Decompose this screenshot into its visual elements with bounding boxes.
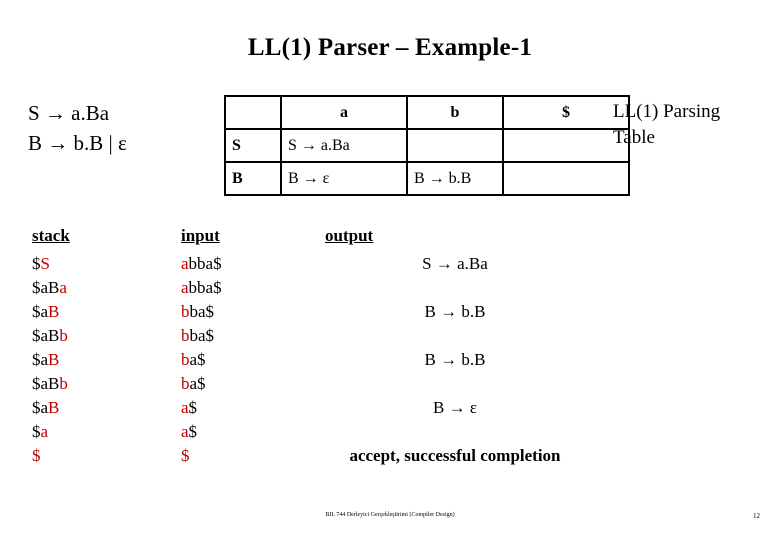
stack-top-symbol: B — [48, 302, 60, 321]
stack-top-symbol: b — [59, 374, 68, 393]
parsing-table-caption: LL(1) Parsing Table — [613, 101, 721, 148]
trace-row-list: $S abba$ S → a.Ba $aBa abba$ $aB bba$ B → b.B $a… — [0, 252, 780, 468]
table-rowhead-s: S — [224, 128, 282, 163]
trace-input-cell: a$ — [181, 396, 197, 420]
trace-row: $aB a$ B → ε — [0, 396, 780, 420]
input-lookahead-symbol: a — [181, 278, 189, 297]
stack-text: $ — [32, 422, 41, 441]
input-text: a$ — [189, 374, 206, 393]
input-text: ba$ — [189, 326, 215, 345]
input-text: a$ — [189, 350, 206, 369]
input-lookahead-symbol: a — [181, 254, 189, 273]
grammar-rule-2: B → b.B | ε — [28, 131, 127, 155]
trace-stack-cell: $aBa — [32, 276, 67, 300]
trace-row: $aB bba$ B → b.B — [0, 300, 780, 324]
trace-row: $aB ba$ B → b.B — [0, 348, 780, 372]
stack-text: $aB — [32, 374, 60, 393]
trace-input-cell: bba$ — [181, 300, 214, 324]
trace-input-cell: abba$ — [181, 252, 222, 276]
trace-row: $aBa abba$ — [0, 276, 780, 300]
table-header-row: a b $ — [224, 95, 630, 130]
grammar-rules: S → a.Ba B → b.B | ε — [28, 98, 127, 158]
trace-output-cell: B → b.B — [424, 350, 486, 369]
trace-header-stack: stack — [32, 226, 70, 245]
stack-top-symbol: S — [40, 254, 50, 273]
trace-row: $aBb ba$ — [0, 372, 780, 396]
trace-stack-cell: $aB — [32, 348, 59, 372]
table-cell-b-b: B → b.B — [406, 161, 504, 196]
table-cell-s-b — [406, 128, 504, 163]
stack-top-symbol: $ — [32, 446, 41, 465]
input-lookahead-symbol: b — [181, 350, 190, 369]
table-corner-cell — [224, 95, 282, 130]
trace-accept-message: accept, successful completion — [349, 446, 561, 465]
trace-input-cell: ba$ — [181, 372, 206, 396]
trace-stack-cell: $aB — [32, 300, 59, 324]
input-text: bba$ — [188, 254, 222, 273]
trace-input-cell: $ — [181, 444, 190, 468]
page-title: LL(1) Parser – Example-1 — [247, 34, 533, 61]
trace-row: $ $ accept, successful completion — [0, 444, 780, 468]
trace-row: $aBb bba$ — [0, 324, 780, 348]
stack-text: $a — [32, 350, 49, 369]
table-header-a: a — [280, 95, 408, 130]
input-text: ba$ — [189, 302, 215, 321]
table-rowhead-b: B — [224, 161, 282, 196]
stack-text: $a — [32, 398, 49, 417]
stack-text: $aB — [32, 278, 60, 297]
trace-input-cell: bba$ — [181, 324, 214, 348]
parse-trace: stack input output $S abba$ S → a.Ba $aBa ab… — [0, 226, 780, 468]
table-cell-b-a: B → ε — [280, 161, 408, 196]
trace-header-input: input — [181, 226, 220, 245]
slide-page-number: 12 — [753, 512, 760, 520]
trace-header-output: output — [325, 226, 374, 245]
trace-row: $a a$ — [0, 420, 780, 444]
trace-stack-cell: $aB — [32, 396, 59, 420]
input-lookahead-symbol: a — [181, 398, 189, 417]
trace-stack-cell: $S — [32, 252, 50, 276]
table-row: S S → a.Ba — [224, 128, 630, 163]
stack-text: $ — [32, 254, 41, 273]
slide-canvas: LL(1) Parser – Example-1 S → a.Ba B → b.… — [0, 0, 780, 540]
trace-output-cell: B → b.B — [424, 302, 486, 321]
input-lookahead-symbol: a — [181, 422, 189, 441]
trace-input-cell: abba$ — [181, 276, 222, 300]
table-cell-s-a: S → a.Ba — [280, 128, 408, 163]
trace-stack-cell: $aBb — [32, 372, 68, 396]
input-text: bba$ — [188, 278, 222, 297]
input-lookahead-symbol: b — [181, 302, 190, 321]
slide-footer: BIL 744 Derleyici Gerçekleştirimi (Compi… — [325, 512, 455, 518]
table-cell-b-dollar — [502, 161, 630, 196]
trace-output-cell: B → ε — [433, 398, 477, 417]
trace-input-cell: a$ — [181, 420, 197, 444]
stack-top-symbol: a — [40, 422, 49, 441]
trace-header-row: stack input output — [0, 226, 780, 248]
grammar-rule-1: S → a.Ba — [28, 101, 110, 125]
input-lookahead-symbol: b — [181, 326, 190, 345]
stack-text: $aB — [32, 326, 60, 345]
trace-output-cell: S → a.Ba — [422, 254, 488, 273]
stack-text: $a — [32, 302, 49, 321]
table-row: B B → ε B → b.B — [224, 161, 630, 196]
input-lookahead-symbol: $ — [181, 446, 190, 465]
trace-row: $S abba$ S → a.Ba — [0, 252, 780, 276]
trace-input-cell: ba$ — [181, 348, 206, 372]
table-header-dollar: $ — [502, 95, 630, 130]
trace-stack-cell: $a — [32, 420, 48, 444]
stack-top-symbol: B — [48, 350, 60, 369]
input-lookahead-symbol: b — [181, 374, 190, 393]
ll1-parsing-table: a b $ S S → a.Ba B B → ε B → b.B — [224, 95, 630, 196]
stack-top-symbol: a — [59, 278, 67, 297]
trace-stack-cell: $aBb — [32, 324, 68, 348]
input-text: $ — [188, 398, 198, 417]
trace-stack-cell: $ — [32, 444, 41, 468]
input-text: $ — [188, 422, 198, 441]
table-cell-s-dollar — [502, 128, 630, 163]
stack-top-symbol: B — [48, 398, 60, 417]
stack-top-symbol: b — [59, 326, 68, 345]
table-header-b: b — [406, 95, 504, 130]
